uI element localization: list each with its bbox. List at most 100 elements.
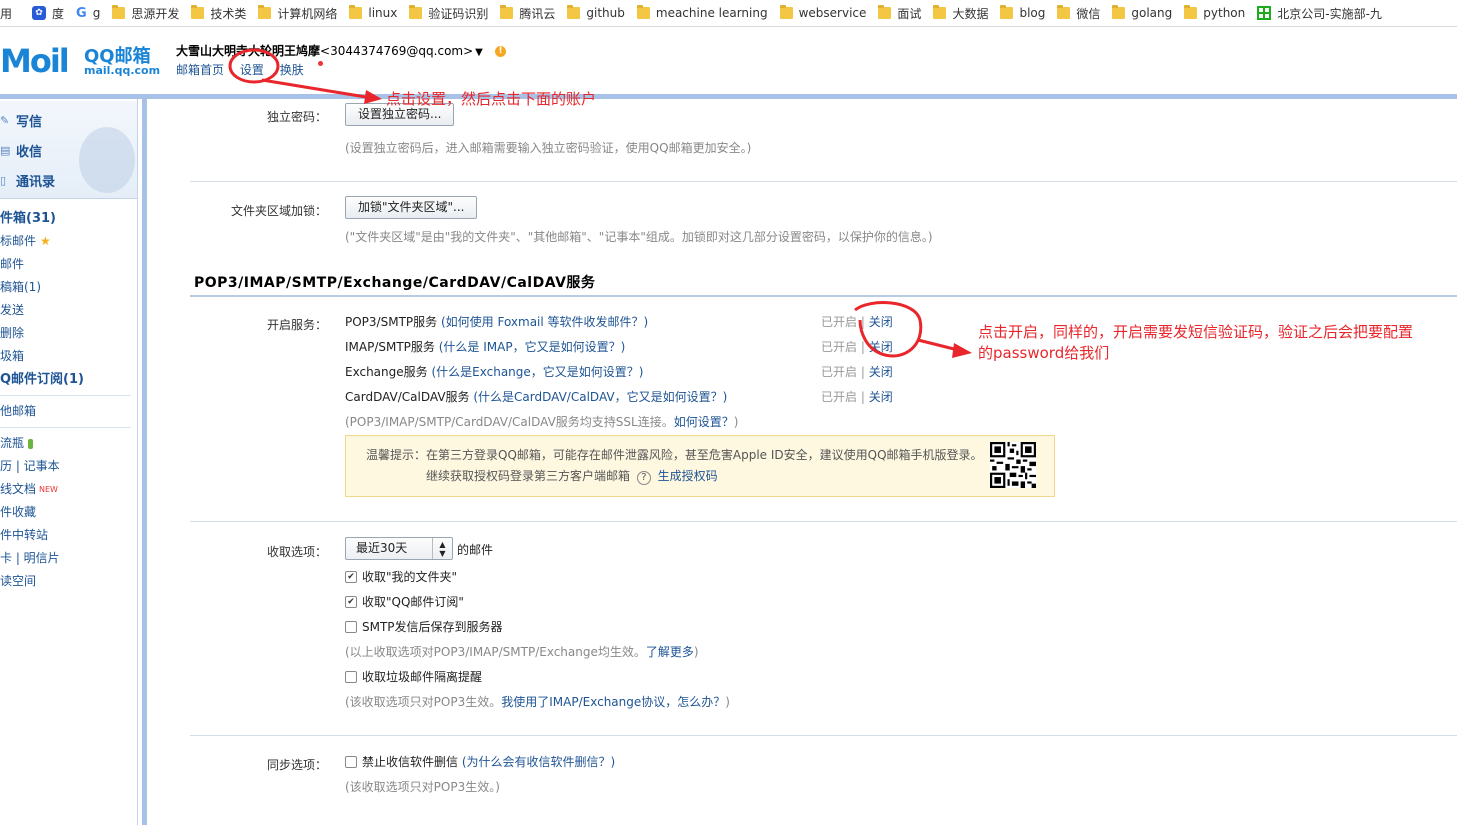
- forbid-delete-checkbox[interactable]: 禁止收信软件删信 (为什么会有收信软件删信？): [345, 753, 615, 770]
- contacts-icon: ▯: [0, 174, 7, 187]
- bookmark-folder[interactable]: 面试: [878, 5, 921, 22]
- help-icon[interactable]: ?: [636, 471, 651, 485]
- bookmark-folder[interactable]: 思源开发: [112, 5, 179, 22]
- folder-icon: [567, 5, 581, 19]
- receive-button[interactable]: ▤ 收信: [0, 141, 42, 160]
- bookmark-folder[interactable]: golang: [1112, 5, 1172, 20]
- annotation-note-services-line1: 点击开启，同样的，开启需要发短信验证码，验证之后会把要配置: [978, 323, 1414, 341]
- service-help-link[interactable]: (如何使用 Foxmail 等软件收发邮件？): [441, 315, 648, 329]
- checkbox-unchecked-icon[interactable]: [345, 755, 357, 768]
- receive-range-select[interactable]: 最近30天 ▲ ▼: [345, 537, 453, 560]
- section-divider: [190, 181, 1457, 182]
- bookmark-folder[interactable]: 微信: [1057, 5, 1100, 22]
- penguin-watermark-icon: [79, 127, 135, 193]
- mail-header: Moil QQ邮箱 mail.qq.com 大雪山大明寺大轮明王鸠摩<30443…: [0, 28, 1457, 94]
- qr-code-icon[interactable]: [990, 442, 1036, 488]
- bookmarks-bar: 用 ✿ 度 Gg 思源开发 技术类 计算机网络 linux 验证码识别 腾讯云 g…: [0, 0, 1457, 27]
- bookmark-folder[interactable]: 腾讯云: [500, 5, 555, 22]
- sidebar: ✎ 写信 ▤ 收信 ▯ 通讯录 件箱(31) 标邮件 ★ 邮件 稿箱(1) 发送 删除 …: [0, 99, 138, 825]
- delete-help-link[interactable]: (为什么会有收信软件删信？): [462, 753, 615, 770]
- sidebar-item-cards[interactable]: 卡 | 明信片: [0, 547, 137, 570]
- checkbox-unchecked-icon[interactable]: [345, 670, 357, 683]
- folder-icon: [636, 5, 650, 19]
- bookmark-folder[interactable]: blog: [1000, 5, 1045, 20]
- chevron-down-icon[interactable]: ▼: [475, 47, 483, 58]
- imap-help-link[interactable]: 我使用了IMAP/Exchange协议，怎么办？: [501, 695, 725, 709]
- sidebar-item-online-docs[interactable]: 线文档 NEW: [0, 478, 137, 501]
- google-icon: G: [76, 5, 87, 21]
- top-nav: 邮箱首页 设置 换肤: [176, 61, 347, 78]
- spam-alert-checkbox[interactable]: 收取垃圾邮件隔离提醒: [345, 668, 482, 685]
- service-help-link[interactable]: (什么是CardDAV/CalDAV，它又是如何设置？): [473, 390, 727, 404]
- sidebar-item-favorites[interactable]: 件收藏: [0, 501, 137, 524]
- receive-my-folders-checkbox[interactable]: ✔ 收取"我的文件夹": [345, 568, 457, 585]
- baidu-paw-icon: ✿: [32, 6, 47, 20]
- bookmark-item[interactable]: ✿ 度: [24, 5, 64, 22]
- qq-mail-logo[interactable]: Moil QQ邮箱 mail.qq.com: [0, 40, 160, 80]
- sync-hint: (该收取选项只对POP3生效。): [345, 780, 500, 794]
- sidebar-item-starred[interactable]: 标邮件 ★: [0, 230, 137, 253]
- service-close-link[interactable]: 关闭: [869, 340, 893, 354]
- nav-mail-home[interactable]: 邮箱首页: [176, 63, 224, 77]
- spam-hint: (该收取选项只对POP3生效。我使用了IMAP/Exchange协议，怎么办？): [345, 695, 730, 709]
- checkbox-checked-icon[interactable]: ✔: [345, 595, 357, 608]
- bookmark-folder[interactable]: github: [567, 5, 625, 20]
- sidebar-actions: ✎ 写信 ▤ 收信 ▯ 通讯录: [0, 101, 137, 199]
- bookmark-folder[interactable]: 验证码识别: [409, 5, 488, 22]
- section-divider: [190, 521, 1457, 522]
- learn-more-link[interactable]: 了解更多: [646, 645, 694, 659]
- sidebar-item-calendar-notes[interactable]: 历 | 记事本: [0, 455, 137, 478]
- ssl-hint: (POP3/IMAP/SMTP/CardDAV/CalDAV服务均支持SSL连接…: [345, 415, 739, 429]
- service-help-link[interactable]: (什么是 IMAP，它又是如何设置？): [439, 340, 626, 354]
- service-help-link[interactable]: (什么是Exchange，它又是如何设置？): [431, 365, 643, 379]
- star-icon: ★: [40, 234, 51, 248]
- bookmark-folder[interactable]: 大数据: [933, 5, 988, 22]
- new-dot-icon: [317, 61, 323, 66]
- bookmark-folder[interactable]: 技术类: [191, 5, 246, 22]
- service-imap-smtp: IMAP/SMTP服务 (什么是 IMAP，它又是如何设置？): [345, 340, 626, 354]
- bottle-icon: [28, 438, 34, 449]
- sidebar-item-deleted[interactable]: 删除: [0, 322, 137, 345]
- service-close-link[interactable]: 关闭: [869, 315, 893, 329]
- bookmark-item[interactable]: 用: [0, 5, 12, 22]
- sidebar-item-other-mailboxes[interactable]: 他邮箱: [0, 400, 137, 423]
- bookmark-folder[interactable]: 计算机网络: [258, 5, 337, 22]
- sync-options-label: 同步选项：: [266, 758, 327, 772]
- sidebar-item-reading[interactable]: 读空间: [0, 570, 137, 593]
- folder-lock-button[interactable]: 加锁"文件夹区域"...: [345, 196, 478, 219]
- compose-button[interactable]: ✎ 写信: [0, 111, 42, 130]
- bookmark-item[interactable]: 北京公司-实施部-九: [1257, 5, 1382, 22]
- checkbox-checked-icon[interactable]: ✔: [345, 570, 357, 583]
- bookmark-folder[interactable]: meachine learning: [636, 5, 768, 20]
- tip-auth-line: 继续获取授权码登录第三方客户端邮箱 ? 生成授权码: [426, 469, 718, 485]
- bookmark-item[interactable]: Gg: [76, 6, 100, 21]
- sidebar-item-spam[interactable]: 圾箱: [0, 345, 137, 368]
- sidebar-item-drift-bottle[interactable]: 流瓶: [0, 432, 137, 455]
- annotation-note-settings: 点击设置，然后点击下面的账户: [386, 90, 597, 108]
- bookmark-folder[interactable]: python: [1184, 5, 1245, 20]
- service-close-link[interactable]: 关闭: [869, 365, 893, 379]
- sidebar-divider: [0, 427, 131, 428]
- generate-auth-code-link[interactable]: 生成授权码: [658, 469, 718, 483]
- ssl-help-link[interactable]: 如何设置？: [674, 415, 734, 429]
- sidebar-item-subscriptions[interactable]: Q邮件订阅(1): [0, 368, 137, 391]
- bookmark-folder[interactable]: linux: [349, 5, 397, 20]
- contacts-button[interactable]: ▯ 通讯录: [0, 171, 55, 190]
- sidebar-item-inbox[interactable]: 件箱(31): [0, 207, 137, 230]
- sidebar-item-drafts[interactable]: 稿箱(1): [0, 276, 137, 299]
- service-close-link[interactable]: 关闭: [869, 390, 893, 404]
- nav-skin[interactable]: 换肤: [280, 61, 335, 77]
- receive-subscriptions-checkbox[interactable]: ✔ 收取"QQ邮件订阅": [345, 593, 464, 610]
- folder-icon: [112, 5, 126, 19]
- folder-icon: [933, 5, 947, 19]
- notice-icon[interactable]: !: [495, 46, 507, 57]
- bookmark-folder[interactable]: webservice: [779, 5, 866, 20]
- nav-settings[interactable]: 设置: [240, 63, 264, 77]
- sidebar-item-sent[interactable]: 发送: [0, 299, 137, 322]
- folder-icon: [878, 5, 892, 19]
- sidebar-item-file-transfer[interactable]: 件中转站: [0, 524, 137, 547]
- checkbox-unchecked-icon[interactable]: [345, 620, 357, 633]
- smtp-save-checkbox[interactable]: SMTP发信后保存到服务器: [345, 618, 503, 635]
- user-account[interactable]: 大雪山大明寺大轮明王鸠摩<3044374769@qq.com> ▼ !: [176, 42, 507, 59]
- sidebar-item-group-mail[interactable]: 邮件: [0, 253, 137, 276]
